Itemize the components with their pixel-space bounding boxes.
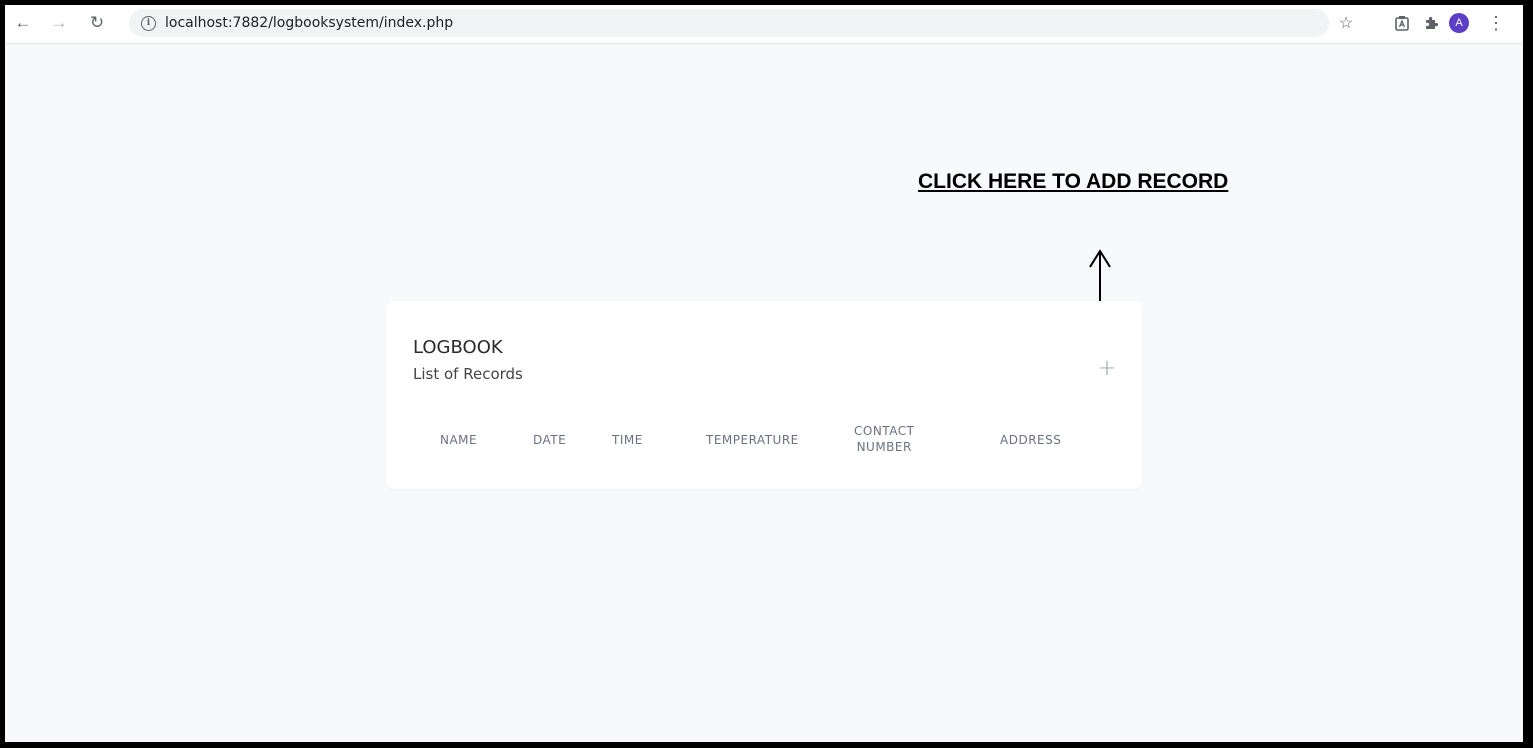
profile-avatar[interactable]: A bbox=[1448, 12, 1470, 34]
forward-arrow-icon[interactable]: → bbox=[47, 11, 71, 35]
column-header-temperature: TEMPERATURE bbox=[706, 433, 799, 447]
browser-toolbar: ← → ↻ i localhost:7882/logbooksystem/ind… bbox=[5, 5, 1523, 44]
info-icon[interactable]: i bbox=[141, 15, 156, 31]
column-header-name: NAME bbox=[440, 433, 478, 447]
star-icon[interactable]: ☆ bbox=[1335, 12, 1357, 34]
column-header-contact-line1: CONTACT bbox=[854, 424, 915, 438]
add-record-button[interactable]: + bbox=[1097, 358, 1117, 380]
reload-icon[interactable]: ↻ bbox=[85, 11, 109, 35]
url-text[interactable]: localhost:7882/logbooksystem/index.php bbox=[165, 15, 453, 31]
kebab-menu-icon[interactable]: ⋮ bbox=[1485, 12, 1507, 34]
column-header-address: ADDRESS bbox=[1000, 433, 1062, 447]
address-bar[interactable]: i localhost:7882/logbooksystem/index.php bbox=[129, 9, 1329, 37]
avatar[interactable]: A bbox=[1449, 13, 1469, 33]
logbook-card: LOGBOOK List of Records + NAME DATE TIME… bbox=[386, 301, 1142, 489]
column-header-contact-line2: NUMBER bbox=[856, 440, 912, 454]
extension-icon[interactable] bbox=[1391, 12, 1413, 34]
browser-window: ← → ↻ i localhost:7882/logbooksystem/ind… bbox=[5, 5, 1523, 742]
puzzle-icon[interactable] bbox=[1420, 12, 1442, 34]
back-arrow-icon[interactable]: ← bbox=[11, 11, 35, 35]
card-subtitle: List of Records bbox=[413, 365, 523, 383]
column-header-contact-number: CONTACT NUMBER bbox=[854, 423, 914, 455]
column-header-date: DATE bbox=[533, 433, 567, 447]
add-record-annotation: CLICK HERE TO ADD RECORD bbox=[918, 170, 1229, 193]
column-header-time: TIME bbox=[612, 433, 643, 447]
card-title: LOGBOOK bbox=[413, 337, 503, 358]
